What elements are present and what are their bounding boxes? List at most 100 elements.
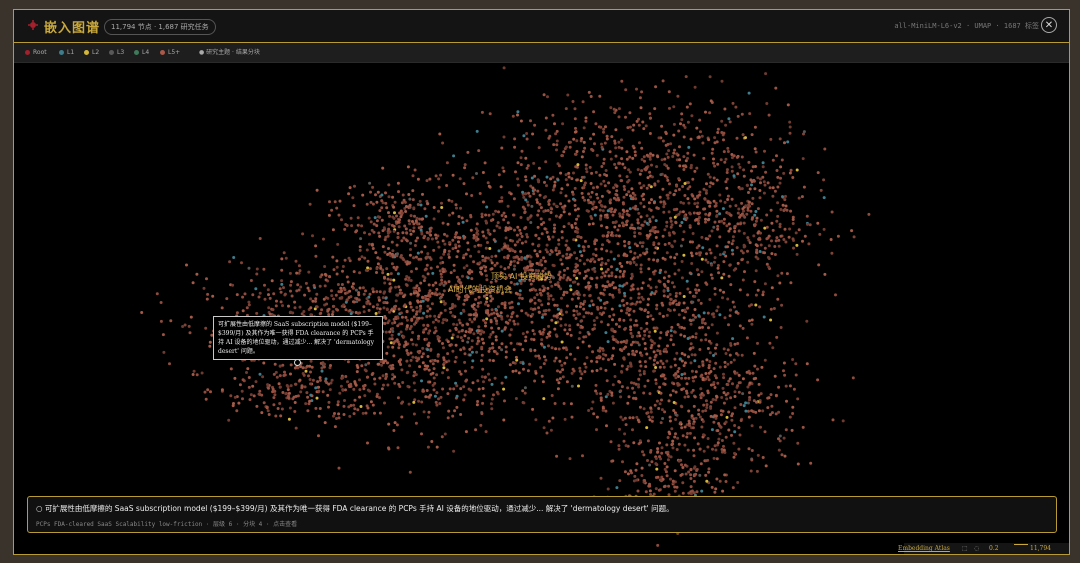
embedding-point[interactable] <box>482 341 485 345</box>
embedding-point[interactable] <box>700 489 704 493</box>
embedding-point[interactable] <box>774 393 778 397</box>
embedding-point[interactable] <box>652 350 656 354</box>
embedding-point[interactable] <box>378 257 382 261</box>
embedding-point[interactable] <box>695 126 699 130</box>
embedding-point[interactable] <box>665 465 669 469</box>
embedding-point[interactable] <box>709 99 713 103</box>
embedding-point[interactable] <box>429 266 433 270</box>
embedding-point[interactable] <box>674 376 678 380</box>
embedding-point[interactable] <box>666 166 670 170</box>
embedding-point[interactable] <box>401 381 405 384</box>
embedding-point[interactable] <box>484 324 487 328</box>
embedding-point[interactable] <box>412 374 416 378</box>
embedding-point[interactable] <box>704 399 708 403</box>
embedding-point[interactable] <box>611 318 614 322</box>
embedding-point[interactable] <box>426 348 430 352</box>
embedding-point[interactable] <box>613 330 617 334</box>
embedding-point[interactable] <box>664 130 668 134</box>
embedding-point[interactable] <box>560 262 564 266</box>
embedding-point[interactable] <box>721 207 725 211</box>
embedding-point[interactable] <box>489 402 493 406</box>
embedding-point[interactable] <box>271 308 275 312</box>
embedding-point[interactable] <box>649 406 653 410</box>
embedding-point[interactable] <box>537 146 541 150</box>
embedding-point[interactable] <box>639 186 643 190</box>
embedding-point[interactable] <box>411 198 415 202</box>
embedding-point[interactable] <box>621 460 624 464</box>
embedding-point[interactable] <box>573 152 577 156</box>
embedding-point[interactable] <box>767 244 771 248</box>
embedding-point[interactable] <box>753 187 757 191</box>
embedding-point[interactable] <box>434 174 438 178</box>
embedding-point[interactable] <box>677 459 681 463</box>
embedding-point[interactable] <box>594 170 598 174</box>
embedding-point[interactable] <box>591 149 595 152</box>
embedding-point[interactable] <box>634 397 638 401</box>
embedding-point[interactable] <box>612 186 616 190</box>
embedding-point[interactable] <box>439 272 443 276</box>
embedding-point[interactable] <box>638 181 642 185</box>
embedding-point[interactable] <box>722 131 726 135</box>
embedding-point[interactable] <box>405 349 409 352</box>
embedding-point[interactable] <box>332 414 335 418</box>
embedding-point[interactable] <box>497 346 501 349</box>
embedding-point[interactable] <box>481 387 485 390</box>
embedding-point[interactable] <box>674 189 678 193</box>
embedding-point[interactable] <box>543 259 547 263</box>
embedding-point[interactable] <box>669 329 673 333</box>
embedding-point[interactable] <box>427 410 431 414</box>
embedding-point[interactable] <box>582 186 586 190</box>
embedding-point[interactable] <box>680 112 684 116</box>
embedding-point[interactable] <box>631 283 635 287</box>
embedding-point[interactable] <box>771 194 775 198</box>
embedding-point[interactable] <box>295 271 299 275</box>
embedding-point[interactable] <box>274 414 278 418</box>
embedding-point[interactable] <box>318 378 322 382</box>
embedding-point[interactable] <box>563 417 567 421</box>
embedding-point[interactable] <box>542 328 546 331</box>
embedding-point[interactable] <box>384 377 388 380</box>
embedding-point[interactable] <box>488 247 492 250</box>
embedding-point[interactable] <box>713 220 717 224</box>
embedding-point[interactable] <box>583 370 587 374</box>
embedding-point[interactable] <box>738 165 742 169</box>
embedding-point[interactable] <box>580 254 584 258</box>
embedding-point[interactable] <box>639 267 643 271</box>
embedding-point[interactable] <box>590 312 594 316</box>
embedding-point[interactable] <box>446 376 450 380</box>
embedding-point[interactable] <box>643 384 647 388</box>
embedding-point[interactable] <box>718 432 722 436</box>
embedding-point[interactable] <box>441 321 445 325</box>
embedding-point[interactable] <box>320 308 324 312</box>
embedding-point[interactable] <box>567 171 571 175</box>
embedding-point[interactable] <box>573 204 577 207</box>
embedding-point[interactable] <box>649 152 652 156</box>
embedding-point[interactable] <box>685 279 689 283</box>
embedding-point[interactable] <box>689 485 693 489</box>
embedding-point[interactable] <box>687 491 691 495</box>
embedding-point[interactable] <box>582 126 586 130</box>
embedding-point[interactable] <box>723 316 727 320</box>
embedding-point[interactable] <box>619 389 623 393</box>
embedding-point[interactable] <box>631 128 635 132</box>
embedding-point[interactable] <box>712 456 716 460</box>
embedding-point[interactable] <box>442 252 446 256</box>
embedding-point[interactable] <box>304 281 308 285</box>
embedding-point[interactable] <box>417 226 421 230</box>
embedding-point[interactable] <box>490 407 494 411</box>
embedding-point[interactable] <box>662 485 666 489</box>
embedding-point[interactable] <box>604 331 608 335</box>
embedding-point[interactable] <box>605 379 609 383</box>
embedding-point[interactable] <box>673 485 677 489</box>
embedding-point[interactable] <box>513 322 517 326</box>
embedding-point[interactable] <box>638 405 642 409</box>
embedding-point[interactable] <box>195 272 199 276</box>
embedding-point[interactable] <box>603 205 607 209</box>
embedding-point[interactable] <box>792 387 796 391</box>
embedding-point[interactable] <box>479 270 482 274</box>
embedding-point[interactable] <box>608 283 611 287</box>
embedding-point[interactable] <box>375 267 379 271</box>
embedding-point[interactable] <box>648 489 652 493</box>
embedding-point[interactable] <box>654 378 658 382</box>
embedding-point[interactable] <box>678 422 682 426</box>
